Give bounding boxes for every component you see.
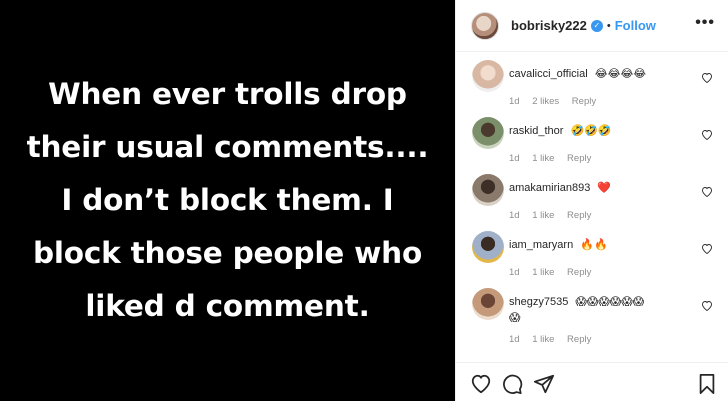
comment-text-continued: 😱 [509,312,521,324]
comment-text: 🤣🤣🤣 [570,125,612,137]
reply-button[interactable]: Reply [572,96,596,107]
reply-button[interactable]: Reply [567,153,591,164]
post-line: When ever trolls drop [48,77,407,111]
post-actions-bar [456,362,728,401]
follow-button[interactable]: Follow [615,18,656,33]
comment-text: 😱😱😱😱😱😱 [575,296,645,308]
comment-meta: 1d 1 like Reply [509,210,699,221]
comment-text: 🔥🔥 [580,239,608,251]
verified-icon: ✓ [590,19,603,32]
post-line: liked d comment. [85,289,370,323]
heart-icon[interactable] [470,373,492,395]
comments-panel: bobrisky222 ✓ • Follow ••• cavalicci_off… [455,0,728,401]
comment-text: 😂😂😂😂 [594,68,647,80]
comment-icon[interactable] [501,373,523,395]
comment-likes[interactable]: 1 like [532,334,554,345]
comment-text: ❤️ [597,182,612,194]
post-line: their usual comments.... [26,130,429,164]
reply-button[interactable]: Reply [567,210,591,221]
comment-age: 1d [509,96,520,107]
post-image[interactable]: When ever trolls drop their usual commen… [0,0,455,401]
heart-icon[interactable] [701,72,713,83]
heart-icon[interactable] [701,186,713,197]
post-caption-text: When ever trolls drop their usual commen… [27,68,429,333]
share-icon[interactable] [533,373,555,395]
comment-likes[interactable]: 1 like [532,267,554,278]
post-line: I don’t block them. I [61,183,394,217]
heart-icon[interactable] [701,129,713,140]
avatar[interactable] [472,174,504,206]
comment-age: 1d [509,334,520,345]
comment-username[interactable]: amakamirian893 [509,182,590,194]
separator-dot: • [606,19,611,32]
post-header: bobrisky222 ✓ • Follow ••• [456,0,728,52]
post-line: block those people who [32,236,423,270]
comment-username[interactable]: iam_maryarn [509,239,573,251]
comment-list[interactable]: cavalicci_official 😂😂😂😂 1d 2 likes Reply… [456,52,728,362]
more-icon[interactable]: ••• [695,14,715,32]
comment-age: 1d [509,153,520,164]
avatar[interactable] [472,60,504,92]
comment-meta: 1d 2 likes Reply [509,96,699,107]
avatar[interactable] [472,288,504,320]
comment-meta: 1d 1 like Reply [509,153,699,164]
heart-icon[interactable] [701,300,713,311]
comment-meta: 1d 1 like Reply [509,334,699,345]
avatar[interactable] [472,117,504,149]
reply-button[interactable]: Reply [567,334,591,345]
comment-likes[interactable]: 1 like [532,153,554,164]
avatar[interactable] [472,231,504,263]
comment-age: 1d [509,267,520,278]
heart-icon[interactable] [701,243,713,254]
reply-button[interactable]: Reply [567,267,591,278]
comment-username[interactable]: raskid_thor [509,125,563,137]
avatar[interactable] [471,11,499,40]
comment-username[interactable]: shegzy7535 [509,296,568,308]
comment-likes[interactable]: 1 like [532,210,554,221]
comment-meta: 1d 1 like Reply [509,267,699,278]
comment-username[interactable]: cavalicci_official [509,68,588,80]
post-author-username[interactable]: bobrisky222 [511,18,587,33]
bookmark-icon[interactable] [696,373,718,395]
comment-likes[interactable]: 2 likes [532,96,559,107]
comment-age: 1d [509,210,520,221]
